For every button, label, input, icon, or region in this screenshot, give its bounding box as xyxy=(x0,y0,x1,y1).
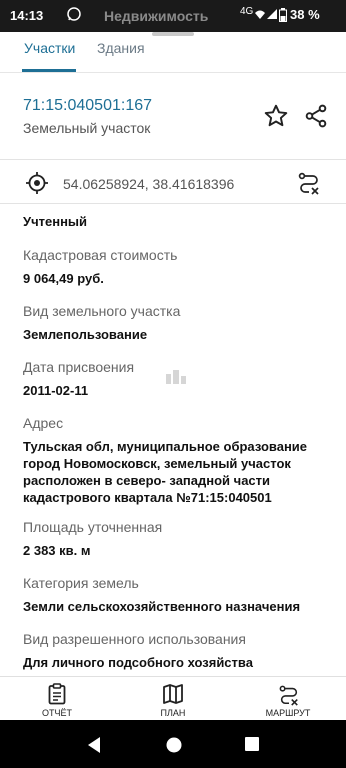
route-icon[interactable] xyxy=(297,170,321,196)
battery-level: 38 % xyxy=(290,7,320,22)
divider xyxy=(0,159,346,160)
whatsapp-icon xyxy=(67,7,81,21)
land-kind-label: Вид земельного участка xyxy=(23,303,181,319)
status-bar: 14:13 Недвижимость 4G 38 % xyxy=(0,0,346,32)
cadastral-number: 71:15:040501:167 xyxy=(23,97,153,114)
nav-route-label: МАРШРУТ xyxy=(265,708,311,718)
status-time: 14:13 xyxy=(10,8,44,23)
category-value: Земли сельскохозяйственного назначения xyxy=(23,599,301,614)
address-value: Тульская обл, муниципальное образование … xyxy=(23,439,308,505)
system-navigation-bar xyxy=(0,720,346,768)
tab-plots[interactable]: Участки xyxy=(24,40,75,56)
active-tab-indicator xyxy=(22,69,76,72)
coordinates-text[interactable]: 54.06258924, 38.41618396 xyxy=(63,176,234,192)
home-icon[interactable] xyxy=(165,736,183,754)
star-icon[interactable] xyxy=(263,103,289,129)
tab-bar: Участки Здания xyxy=(0,36,346,73)
nav-route-button[interactable]: МАРШРУТ xyxy=(248,677,328,721)
cost-value: 9 064,49 руб. xyxy=(23,271,104,286)
object-type: Земельный участок xyxy=(23,120,151,136)
nav-plan-label: ПЛАН xyxy=(160,708,186,718)
recents-icon[interactable] xyxy=(244,736,260,752)
nav-report-label: ОТЧЁТ xyxy=(41,708,72,718)
assigned-date-value: 2011-02-11 xyxy=(23,383,89,398)
nav-plan-button[interactable]: ПЛАН xyxy=(133,677,213,721)
area-value: 2 383 кв. м xyxy=(23,543,91,558)
bottom-navigation: ОТЧЁТ ПЛАН МАРШРУТ xyxy=(0,676,346,721)
watermark-logo-icon xyxy=(166,370,186,384)
route-icon xyxy=(279,685,298,706)
network-type: 4G xyxy=(240,6,254,17)
battery-icon xyxy=(279,8,287,22)
signal-icon xyxy=(267,9,277,19)
share-icon[interactable] xyxy=(303,103,329,129)
crosshair-icon[interactable] xyxy=(25,171,49,195)
divider xyxy=(0,203,346,204)
registration-status: Учтенный xyxy=(23,214,88,229)
address-label: Адрес xyxy=(23,415,64,431)
report-icon xyxy=(48,683,66,705)
category-label: Категория земель xyxy=(23,575,139,591)
back-icon[interactable] xyxy=(86,736,102,754)
app-name-overlay: Недвижимость xyxy=(104,8,209,24)
assigned-date-label: Дата присвоения xyxy=(23,359,135,375)
wifi-icon xyxy=(255,10,265,19)
permitted-use-label: Вид разрешенного использования xyxy=(23,631,246,647)
tab-buildings[interactable]: Здания xyxy=(97,40,145,56)
nav-report-button[interactable]: ОТЧЁТ xyxy=(17,677,97,721)
cost-label: Кадастровая стоимость xyxy=(23,247,178,263)
map-icon xyxy=(163,684,183,704)
area-label: Площадь уточненная xyxy=(23,519,163,535)
permitted-use-value: Для личного подсобного хозяйства xyxy=(23,655,253,670)
land-kind-value: Землепользование xyxy=(23,327,148,342)
